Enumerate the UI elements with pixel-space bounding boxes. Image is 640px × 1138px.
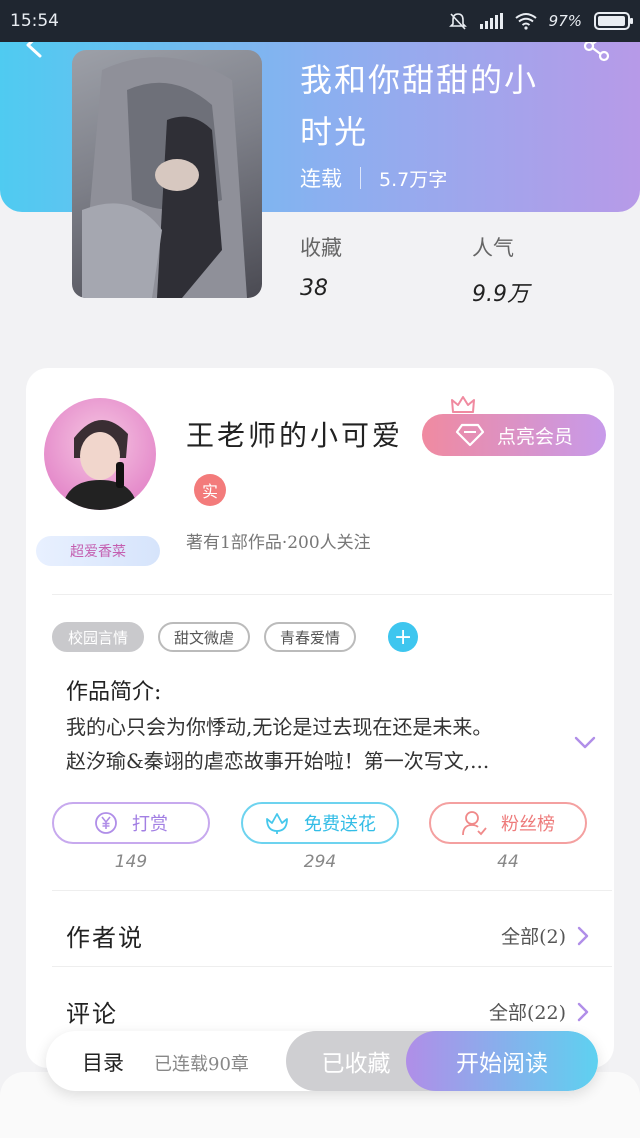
intro-line: 我的心只会为你悸动,无论是过去现在还是未来。 [66, 715, 493, 739]
wifi-icon [515, 13, 537, 30]
status-icons: 97% [448, 11, 633, 31]
chevron-right-icon [577, 926, 589, 945]
divider [52, 890, 612, 891]
tag-item[interactable]: 青春爱情 [264, 622, 357, 652]
author-avatar[interactable] [44, 398, 156, 510]
add-tag-button[interactable]: + [388, 622, 419, 652]
collect-stat: 收藏 38 [300, 232, 342, 301]
status-bar: 15:54 97% [0, 0, 640, 42]
member-button[interactable]: 点亮会员 [422, 414, 606, 456]
user-icon [462, 811, 487, 836]
book-title-line1: 我和你甜甜的小 [300, 61, 539, 99]
flower-icon [266, 813, 288, 834]
fans-count: 44 [497, 852, 519, 872]
divider [52, 594, 612, 595]
popularity-stat: 人气 9.9万 [472, 232, 529, 308]
author-says-title: 作者说 [66, 924, 144, 952]
meta-divider [360, 167, 361, 189]
book-cover[interactable] [72, 50, 262, 298]
status-time: 15:54 [10, 11, 59, 31]
diamond-icon [455, 423, 485, 447]
book-title-line2: 时光 [300, 113, 369, 151]
chapter-progress[interactable]: 已连载90章 [154, 1050, 249, 1076]
comments-link[interactable]: 全部(22) [489, 998, 590, 1025]
intro-line: 赵汐瑜&秦翊的虐恋故事开始啦！第一次写文,... [66, 749, 490, 773]
collect-label: 收藏 [300, 236, 342, 260]
cover-illustration [82, 57, 247, 298]
fans-ranking-label: 粉丝榜 [501, 814, 555, 835]
tag-item[interactable]: 甜文微虐 [158, 622, 251, 652]
start-reading-label: 开始阅读 [456, 1051, 548, 1077]
author-says-link[interactable]: 全部(2) [501, 922, 590, 949]
book-meta: 连载 5.7万字 [300, 163, 447, 193]
bottom-action-bar: 目录 已连载90章 已收藏 开始阅读 [46, 1031, 598, 1091]
fans-ranking-button[interactable]: 粉丝榜 [429, 802, 587, 844]
author-says-row[interactable]: 作者说 全部(2) [66, 918, 590, 953]
author-says-all: 全部(2) [501, 926, 566, 948]
tag-item[interactable]: 校园言情 [52, 622, 145, 652]
flower-count: 294 [303, 852, 337, 872]
tag-list: 校园言情 甜文微虐 青春爱情 + [52, 622, 419, 652]
signal-icon [479, 13, 503, 29]
intro-text[interactable]: 我的心只会为你悸动,无论是过去现在还是未来。 赵汐瑜&秦翊的虐恋故事开始啦！第一… [66, 710, 556, 778]
author-badge: 超爱香菜 [36, 536, 160, 566]
collected-label: 已收藏 [321, 1051, 391, 1077]
word-count: 5.7万字 [379, 168, 448, 191]
book-title: 我和你甜甜的小 时光 [300, 54, 590, 158]
battery-level [598, 16, 626, 26]
toc-button[interactable]: 目录 [82, 1047, 124, 1077]
popularity-label: 人气 [472, 236, 514, 260]
reward-count: 149 [114, 852, 148, 872]
start-reading-button[interactable]: 开始阅读 [406, 1031, 598, 1091]
author-name[interactable]: 王老师的小可爱 [186, 414, 403, 454]
comments-row[interactable]: 评论 全部(22) [66, 994, 590, 1029]
author-works: 著有1部作品·200人关注 [186, 533, 371, 553]
avatar-illustration [62, 419, 138, 510]
send-flower-button[interactable]: 免费送花 [241, 802, 399, 844]
book-status: 连载 [300, 167, 342, 191]
chevron-down-icon[interactable] [572, 734, 598, 752]
crown-icon [451, 396, 475, 413]
comments-title: 评论 [66, 1000, 118, 1028]
send-flower-label: 免费送花 [304, 814, 376, 835]
battery-icon [594, 12, 633, 30]
comments-all: 全部(22) [488, 1002, 566, 1024]
battery-percent: 97% [548, 12, 582, 30]
popularity-value: 9.9万 [472, 282, 529, 307]
divider [52, 966, 612, 967]
reward-button[interactable]: 打赏 [52, 802, 210, 844]
verified-badge: 实 [194, 474, 226, 506]
reward-label: 打赏 [132, 814, 168, 835]
mute-icon [448, 13, 467, 30]
collect-value: 38 [300, 276, 328, 301]
member-button-label: 点亮会员 [496, 425, 573, 448]
chevron-right-icon [577, 1002, 589, 1021]
intro-title: 作品简介: [66, 680, 162, 705]
yuan-icon [95, 812, 117, 834]
